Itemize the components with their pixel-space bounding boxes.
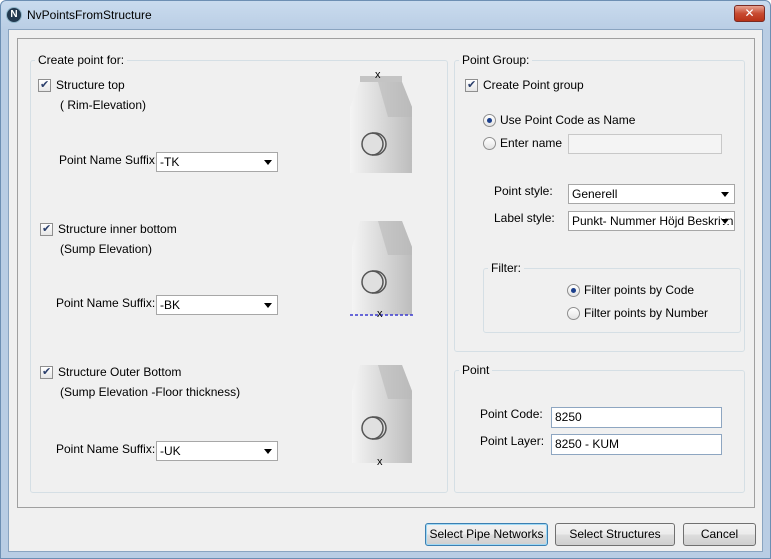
point-group-legend: Point Group: [462, 53, 530, 67]
structure-top-suffix-label: Point Name Suffix: [59, 153, 159, 167]
dialog-window: N NvPointsFromStructure ✕ Create point f… [0, 0, 771, 559]
structure-top-suffix-select[interactable]: -TK [156, 152, 278, 172]
point-style-value: Generell [572, 187, 618, 201]
manhole-outer-bottom-icon [352, 365, 412, 463]
create-point-for-legend: Create point for: [38, 53, 125, 67]
structure-outer-bottom-suffix-select[interactable]: -UK [156, 441, 278, 461]
structure-top-marker: x [375, 69, 381, 81]
structure-outer-bottom-suffix-label: Point Name Suffix: [56, 442, 156, 456]
structure-inner-bottom-sublabel: (Sump Elevation) [60, 242, 153, 256]
structure-inner-bottom-suffix-label: Point Name Suffix: [56, 296, 156, 310]
use-code-as-name-label[interactable]: Use Point Code as Name [500, 113, 635, 127]
enter-name-label[interactable]: Enter name [500, 136, 562, 150]
window-title: NvPointsFromStructure [27, 8, 152, 22]
point-group-box: Point [454, 363, 745, 493]
label-style-select[interactable]: Punkt- Nummer Höjd Beskrivning [568, 211, 735, 231]
select-pipe-networks-button[interactable]: Select Pipe Networks [425, 523, 548, 546]
structure-top-suffix-value: -TK [160, 155, 180, 169]
structure-outer-bottom-label[interactable]: Structure Outer Bottom [58, 365, 181, 379]
chevron-down-icon [264, 160, 272, 165]
chevron-down-icon [721, 219, 729, 224]
close-button[interactable]: ✕ [734, 5, 765, 22]
manhole-top-icon [350, 76, 412, 173]
filter-by-code-label[interactable]: Filter points by Code [584, 283, 694, 297]
select-structures-button[interactable]: Select Structures [555, 523, 675, 546]
point-legend: Point [462, 363, 490, 377]
group-name-input[interactable] [568, 134, 722, 154]
point-style-select[interactable]: Generell [568, 184, 735, 204]
use-code-as-name-radio[interactable] [483, 114, 496, 127]
dialog-client: Create point for: Structure top ( Rim-El… [8, 29, 763, 552]
structure-outer-bottom-checkbox[interactable] [40, 365, 53, 379]
structure-outer-bottom-suffix-value: -UK [160, 444, 181, 458]
point-layer-label: Point Layer: [480, 434, 545, 448]
enter-name-radio[interactable] [483, 137, 496, 150]
point-code-input[interactable]: 8250 [551, 407, 722, 428]
cancel-button[interactable]: Cancel [683, 523, 756, 546]
filter-group: Filter: [483, 261, 741, 333]
point-style-label: Point style: [494, 184, 553, 198]
structure-inner-bottom-checkbox[interactable] [40, 222, 53, 236]
structure-top-sublabel: ( Rim-Elevation) [60, 98, 147, 112]
chevron-down-icon [721, 192, 729, 197]
chevron-down-icon [264, 449, 272, 454]
structure-inner-bottom-suffix-value: -BK [160, 298, 181, 312]
label-style-value: Punkt- Nummer Höjd Beskrivning [572, 214, 735, 228]
point-code-label: Point Code: [480, 407, 543, 421]
structure-top-label[interactable]: Structure top [56, 78, 125, 92]
filter-legend: Filter: [491, 261, 521, 275]
filter-by-code-radio[interactable] [567, 284, 580, 297]
app-icon: N [6, 7, 22, 23]
chevron-down-icon [264, 303, 272, 308]
structure-outer-bottom-marker: x [377, 456, 383, 468]
structure-top-checkbox[interactable] [38, 78, 51, 92]
filter-by-number-label[interactable]: Filter points by Number [584, 306, 708, 320]
structure-outer-bottom-sublabel: (Sump Elevation -Floor thickness) [60, 385, 241, 399]
structure-inner-bottom-marker: x [377, 308, 383, 320]
label-style-label: Label style: [494, 211, 555, 225]
point-layer-input[interactable]: 8250 - KUM [551, 434, 722, 455]
create-point-group-label[interactable]: Create Point group [483, 78, 584, 92]
filter-by-number-radio[interactable] [567, 307, 580, 320]
structure-inner-bottom-label[interactable]: Structure inner bottom [58, 222, 177, 236]
title-bar[interactable]: N NvPointsFromStructure ✕ [1, 1, 770, 28]
create-point-group-checkbox[interactable] [465, 78, 478, 92]
structure-inner-bottom-suffix-select[interactable]: -BK [156, 295, 278, 315]
dialog-panel: Create point for: Structure top ( Rim-El… [17, 38, 755, 508]
manhole-inner-bottom-icon [350, 221, 414, 316]
